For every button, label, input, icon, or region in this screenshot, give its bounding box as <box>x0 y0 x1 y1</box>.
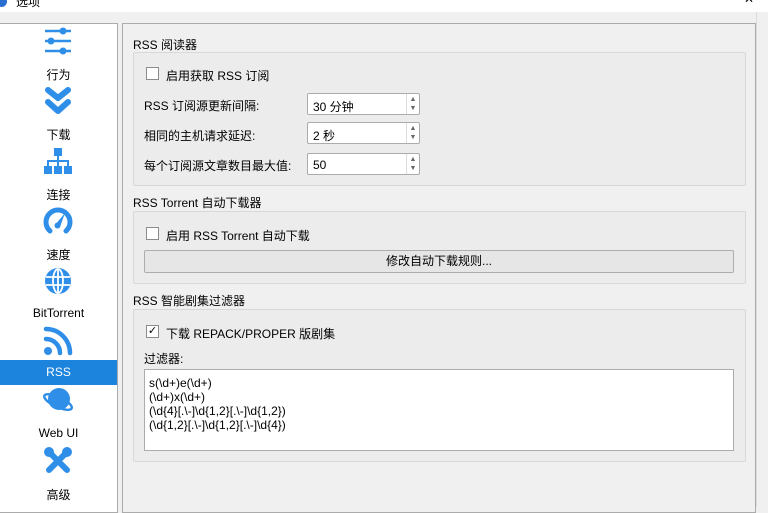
enable-auto-download-checkbox[interactable] <box>146 227 159 240</box>
enable-auto-download-label: 启用 RSS Torrent 自动下载 <box>166 229 310 243</box>
repack-label: 下载 REPACK/PROPER 版剧集 <box>166 327 336 341</box>
settings-sidebar: 行为 下载 连接 速度 BitTorrent RSS Web UI 高级 <box>0 23 118 513</box>
spin-arrows-icon[interactable]: ▲ ▼ <box>406 154 419 174</box>
refresh-interval-value: 30 分钟 <box>313 100 354 114</box>
sidebar-item-label: 下载 <box>46 128 71 142</box>
sidebar-item-downloads[interactable]: 下载 <box>0 84 117 144</box>
max-articles-value: 50 <box>313 158 327 172</box>
auto-downloader-group: 启用 RSS Torrent 自动下载 修改自动下载规则... <box>133 211 746 284</box>
app-icon <box>0 0 7 7</box>
filter-line: (\d{4}[.\-]\d{1,2}[.\-]\d{1,2}) <box>149 404 286 418</box>
network-icon <box>44 148 72 174</box>
vertical-scrollbar[interactable] <box>756 12 768 507</box>
same-host-delay-value: 2 秒 <box>313 129 336 143</box>
title-bar: 选项 ✕ <box>0 0 768 12</box>
auto-downloader-title: RSS Torrent 自动下载器 <box>133 196 262 210</box>
sidebar-item-speed[interactable]: 速度 <box>0 204 117 264</box>
settings-panel: RSS 阅读器 启用获取 RSS 订阅 RSS 订阅源更新间隔: 30 分钟 ▲ ▼… <box>122 23 756 513</box>
enable-rss-label: 启用获取 RSS 订阅 <box>166 69 270 83</box>
sidebar-item-label: Web UI <box>38 426 79 440</box>
sidebar-item-connection[interactable]: 连接 <box>0 144 117 204</box>
sidebar-item-label: RSS <box>0 360 117 385</box>
sidebar-item-webui[interactable]: Web UI <box>0 384 117 444</box>
filters-label: 过滤器: <box>144 352 184 366</box>
window-title: 选项 <box>16 0 41 9</box>
close-icon[interactable]: ✕ <box>744 0 754 6</box>
sidebar-item-bittorrent[interactable]: BitTorrent <box>0 264 117 324</box>
repack-checkbox[interactable]: ✓ <box>146 325 159 338</box>
sidebar-item-label: 连接 <box>46 188 71 202</box>
sliders-icon <box>45 27 71 55</box>
sidebar-item-rss[interactable]: RSS <box>0 324 117 385</box>
speedometer-icon <box>43 207 73 234</box>
sidebar-item-label: 高级 <box>46 488 71 502</box>
spin-arrows-icon[interactable]: ▲ ▼ <box>406 123 419 143</box>
same-host-delay-label: 相同的主机请求延迟: <box>144 129 256 143</box>
sidebar-item-label: 行为 <box>46 68 71 82</box>
rss-reader-group: 启用获取 RSS 订阅 RSS 订阅源更新间隔: 30 分钟 ▲ ▼ 相同的主机请求… <box>133 52 746 186</box>
edit-download-rules-button[interactable]: 修改自动下载规则... <box>144 250 734 273</box>
filters-textarea[interactable]: s(\d+)e(\d+) (\d+)x(\d+) (\d{4}[.\-]\d{1… <box>144 369 734 451</box>
spin-arrows-icon[interactable]: ▲ ▼ <box>406 94 419 114</box>
smart-filter-title: RSS 智能剧集过滤器 <box>133 294 246 308</box>
sidebar-item-label: 速度 <box>46 248 71 262</box>
refresh-interval-label: RSS 订阅源更新间隔: <box>144 99 260 113</box>
rss-reader-title: RSS 阅读器 <box>133 38 198 52</box>
same-host-delay-spinbox[interactable]: 2 秒 ▲ ▼ <box>307 122 420 144</box>
enable-rss-checkbox[interactable] <box>146 67 159 80</box>
max-articles-label: 每个订阅源文章数目最大值: <box>144 159 292 173</box>
filter-line: (\d{1,2}[.\-]\d{1,2}[.\-]\d{4}) <box>149 418 286 432</box>
refresh-interval-spinbox[interactable]: 30 分钟 ▲ ▼ <box>307 93 420 115</box>
sidebar-item-behavior[interactable]: 行为 <box>0 24 117 84</box>
smart-filter-group: ✓ 下载 REPACK/PROPER 版剧集 过滤器: s(\d+)e(\d+)… <box>133 309 746 462</box>
filter-line: (\d+)x(\d+) <box>149 390 206 404</box>
sidebar-item-label: BitTorrent <box>32 306 85 320</box>
sidebar-item-advanced[interactable]: 高级 <box>0 444 117 504</box>
globe-icon <box>45 268 71 294</box>
max-articles-spinbox[interactable]: 50 ▲ ▼ <box>307 153 420 175</box>
filter-line: s(\d+)e(\d+) <box>149 376 212 390</box>
planet-icon <box>43 388 73 412</box>
tools-icon <box>44 447 72 473</box>
double-chevron-down-icon <box>45 87 71 114</box>
rss-icon <box>43 326 73 356</box>
